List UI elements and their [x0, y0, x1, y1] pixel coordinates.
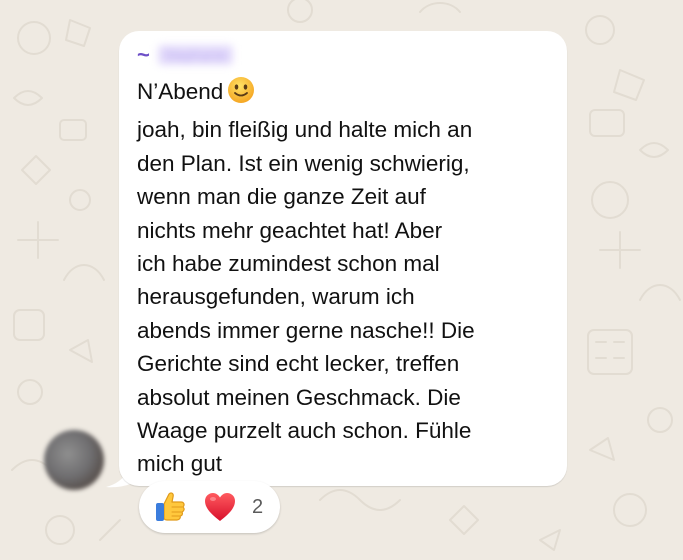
red-heart-icon: [203, 491, 237, 523]
sender-line[interactable]: ~ Stephanie: [137, 41, 233, 69]
reactions-pill[interactable]: 2: [139, 481, 280, 533]
thumbs-up-icon: [153, 490, 187, 524]
greeting-text: N’Abend: [137, 79, 224, 104]
message-body: joah, bin fleißig und halte mich an den …: [137, 117, 475, 477]
sender-prefix: ~: [137, 42, 150, 67]
sender-name-blurred[interactable]: Stephanie: [157, 45, 233, 65]
message-text: N’Abend joah, bin fleißig und halte mich…: [137, 75, 557, 481]
slightly-smiling-face-icon: [227, 76, 255, 113]
sender-avatar[interactable]: [44, 430, 104, 490]
message-bubble[interactable]: ~ Stephanie N’Abend joah, bin fleißig un…: [119, 31, 567, 486]
reaction-count: 2: [252, 496, 264, 518]
